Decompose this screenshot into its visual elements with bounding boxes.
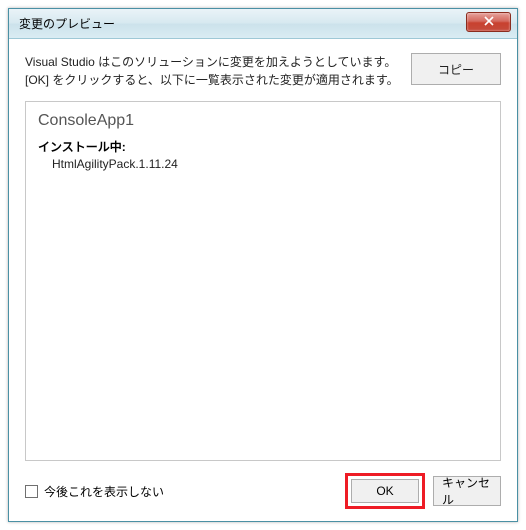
dialog-window: 変更のプレビュー Visual Studio はこのソリューションに変更を加えよ… [8, 8, 518, 522]
project-name: ConsoleApp1 [38, 112, 488, 130]
dont-show-again-checkbox[interactable] [25, 485, 38, 498]
window-title: 変更のプレビュー [19, 15, 466, 32]
top-row: Visual Studio はこのソリューションに変更を加えようとしています。[… [25, 53, 501, 89]
ok-button-label: OK [376, 484, 393, 498]
close-icon [484, 15, 494, 29]
title-bar: 変更のプレビュー [9, 9, 517, 39]
changes-list: ConsoleApp1 インストール中: HtmlAgilityPack.1.1… [25, 101, 501, 461]
client-area: Visual Studio はこのソリューションに変更を加えようとしています。[… [9, 39, 517, 521]
bottom-row: 今後これを表示しない OK キャンセル [25, 461, 501, 509]
copy-button[interactable]: コピー [411, 53, 501, 85]
copy-button-label: コピー [438, 61, 474, 78]
cancel-button-label: キャンセル [442, 474, 492, 508]
ok-highlight-box: OK [345, 473, 425, 509]
close-button[interactable] [466, 12, 511, 32]
install-section-label: インストール中: [38, 138, 488, 155]
dont-show-again-wrap[interactable]: 今後これを表示しない [25, 483, 337, 500]
cancel-button[interactable]: キャンセル [433, 476, 501, 506]
package-item: HtmlAgilityPack.1.11.24 [38, 157, 488, 171]
dont-show-again-label: 今後これを表示しない [44, 483, 164, 500]
ok-button[interactable]: OK [351, 479, 419, 503]
description-text: Visual Studio はこのソリューションに変更を加えようとしています。[… [25, 53, 399, 89]
